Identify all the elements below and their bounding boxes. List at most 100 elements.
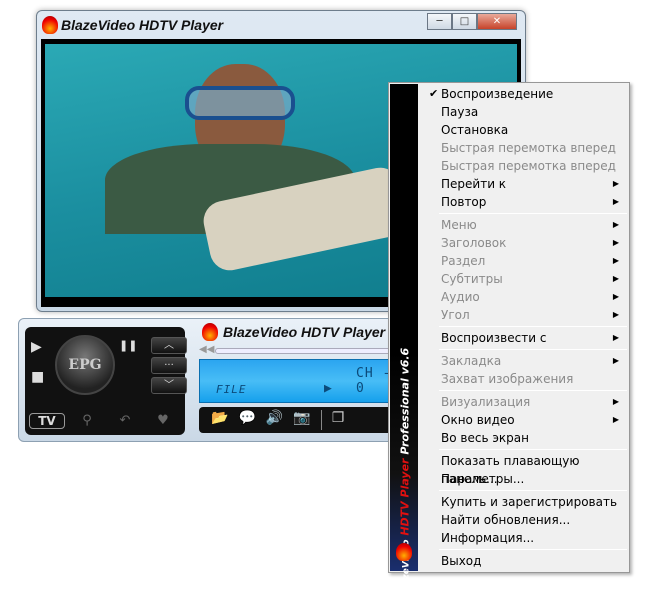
menu-item-label: Пауза (441, 105, 479, 119)
menu-item[interactable]: Купить и зарегистрировать (419, 493, 627, 511)
menu-separator (439, 449, 627, 450)
channel-down-button[interactable]: ﹀ (151, 377, 187, 394)
menu-item-label: Аудио (441, 290, 480, 304)
stop-button[interactable]: ■ (31, 369, 44, 385)
menu-separator (439, 390, 627, 391)
submenu-arrow-icon: ▶ (612, 220, 619, 229)
submenu-arrow-icon: ▶ (612, 238, 619, 247)
menu-separator (439, 326, 627, 327)
menu-item-label: Найти обновления... (441, 513, 571, 527)
menu-item[interactable]: Субтитры ▶ (419, 270, 627, 288)
play-button[interactable]: ▶ (31, 339, 42, 355)
camera-icon[interactable]: 📷 (293, 410, 310, 430)
lcd-play-indicator: ▶ (324, 381, 333, 396)
subtitle-icon[interactable]: 💬 (238, 410, 255, 430)
menu-separator (439, 490, 627, 491)
toolbar: 📂 💬 🔊 📷 ❐ (199, 407, 399, 433)
menu-item-label: Повтор (441, 195, 487, 209)
menu-item-label: Меню (441, 218, 477, 232)
menu-item[interactable]: Параметры... (419, 470, 627, 488)
tv-button[interactable]: TV (29, 413, 65, 429)
menu-item-label: Информация... (441, 531, 535, 545)
submenu-arrow-icon: ▶ (612, 356, 619, 365)
menu-item[interactable]: Аудио ▶ (419, 288, 627, 306)
menu-item-label: Быстрая перемотка вперед (441, 159, 616, 173)
close-button[interactable]: ✕ (477, 13, 517, 30)
channel-up-button[interactable]: ︿ (151, 337, 187, 354)
menu-item-label: Раздел (441, 254, 486, 268)
menu-item[interactable]: Угол ▶ (419, 306, 627, 324)
menu-item[interactable]: Остановка (419, 121, 627, 139)
submenu-arrow-icon: ▶ (612, 197, 619, 206)
submenu-arrow-icon: ▶ (612, 310, 619, 319)
window-mode-icon[interactable]: ❐ (320, 410, 344, 430)
menu-item[interactable]: Визуализация ▶ (419, 393, 627, 411)
submenu-arrow-icon: ▶ (612, 333, 619, 342)
submenu-arrow-icon: ▶ (612, 256, 619, 265)
menu-item-label: Перейти к (441, 177, 507, 191)
control-panel: ▶ ❚❚ ■ EPG ︿ ··· ﹀ TV ⚲ ↶ ♥ BlazeVideo H… (18, 318, 405, 442)
menu-item-label: Остановка (441, 123, 509, 137)
menu-item-label: Быстрая перемотка вперед (441, 141, 616, 155)
panel-title: BlazeVideo HDTV Player (223, 324, 386, 340)
menu-item-label: Воспроизведение (441, 87, 554, 101)
menu-item[interactable]: Заголовок ▶ (419, 234, 627, 252)
sidebar-edition: Professional v6.6 (398, 347, 412, 455)
menu-item[interactable]: Меню ▶ (419, 216, 627, 234)
submenu-arrow-icon: ▶ (612, 415, 619, 424)
menu-item-label: Купить и зарегистрировать (441, 495, 618, 509)
submenu-arrow-icon: ▶ (612, 274, 619, 283)
more-button[interactable]: ··· (151, 357, 187, 374)
menu-item[interactable]: Захват изображения (419, 370, 627, 388)
menu-item[interactable]: Окно видео ▶ (419, 411, 627, 429)
window-title: BlazeVideo HDTV Player (61, 17, 224, 33)
submenu-arrow-icon: ▶ (612, 179, 619, 188)
blaze-logo-icon (202, 323, 218, 341)
volume-icon[interactable]: 🔊 (266, 410, 283, 430)
lcd-file-label: FILE (216, 383, 247, 396)
blaze-logo-icon (396, 543, 412, 561)
menu-item[interactable]: Пауза (419, 103, 627, 121)
menu-separator (439, 549, 627, 550)
minimize-button[interactable]: ─ (427, 13, 452, 30)
menu-item-label: Параметры... (441, 472, 525, 486)
remote-pad: ▶ ❚❚ ■ EPG ︿ ··· ﹀ TV ⚲ ↶ ♥ (25, 327, 187, 435)
seek-slider[interactable] (215, 348, 405, 354)
menu-item[interactable]: Быстрая перемотка вперед (419, 139, 627, 157)
menu-item[interactable]: Быстрая перемотка вперед (419, 157, 627, 175)
menu-sidebar-banner: BlazeVideo HDTV Player Professional v6.6 (390, 84, 418, 596)
menu-item-label: Заголовок (441, 236, 507, 250)
menu-item[interactable]: Во весь экран (419, 429, 627, 447)
maximize-button[interactable]: □ (452, 13, 477, 30)
menu-item-label: Выход (441, 554, 482, 568)
menu-item[interactable]: Перейти к ▶ (419, 175, 627, 193)
menu-item-label: Визуализация (441, 395, 531, 409)
menu-item[interactable]: Раздел ▶ (419, 252, 627, 270)
menu-item-label: Закладка (441, 354, 502, 368)
epg-button[interactable]: EPG (55, 335, 115, 395)
menu-item[interactable]: Показать плавающую панель... (419, 452, 627, 486)
context-menu: BlazeVideo HDTV Player Professional v6.6… (388, 82, 630, 596)
menu-item[interactable]: Выход (419, 552, 627, 570)
rewind-icon[interactable]: ◀◀ (199, 344, 214, 355)
undo-icon[interactable]: ↶ (107, 413, 143, 428)
pause-button[interactable]: ❚❚ (119, 339, 137, 352)
menu-item-label: Воспроизвести с (441, 331, 547, 345)
favorite-add-icon[interactable]: ♥ (145, 413, 181, 428)
menu-separator (439, 349, 627, 350)
menu-item[interactable]: Закладка ▶ (419, 352, 627, 370)
menu-item[interactable]: Найти обновления... (419, 511, 627, 529)
menu-item-label: Во весь экран (441, 431, 529, 445)
menu-item[interactable]: Повтор ▶ (419, 193, 627, 211)
menu-item-label: Окно видео (441, 413, 515, 427)
open-folder-icon[interactable]: 📂 (211, 410, 228, 430)
search-icon[interactable]: ⚲ (69, 413, 105, 428)
menu-item-label: Субтитры (441, 272, 503, 286)
submenu-arrow-icon: ▶ (612, 397, 619, 406)
menu-item[interactable]: Воспроизвести с ▶ (419, 329, 627, 347)
menu-item[interactable]: ✔ Воспроизведение (419, 85, 627, 103)
menu-item-label: Угол (441, 308, 470, 322)
lcd-display: FILE ▶ CH - 0 (199, 359, 399, 403)
check-icon: ✔ (429, 87, 439, 100)
menu-item[interactable]: Информация... (419, 529, 627, 547)
